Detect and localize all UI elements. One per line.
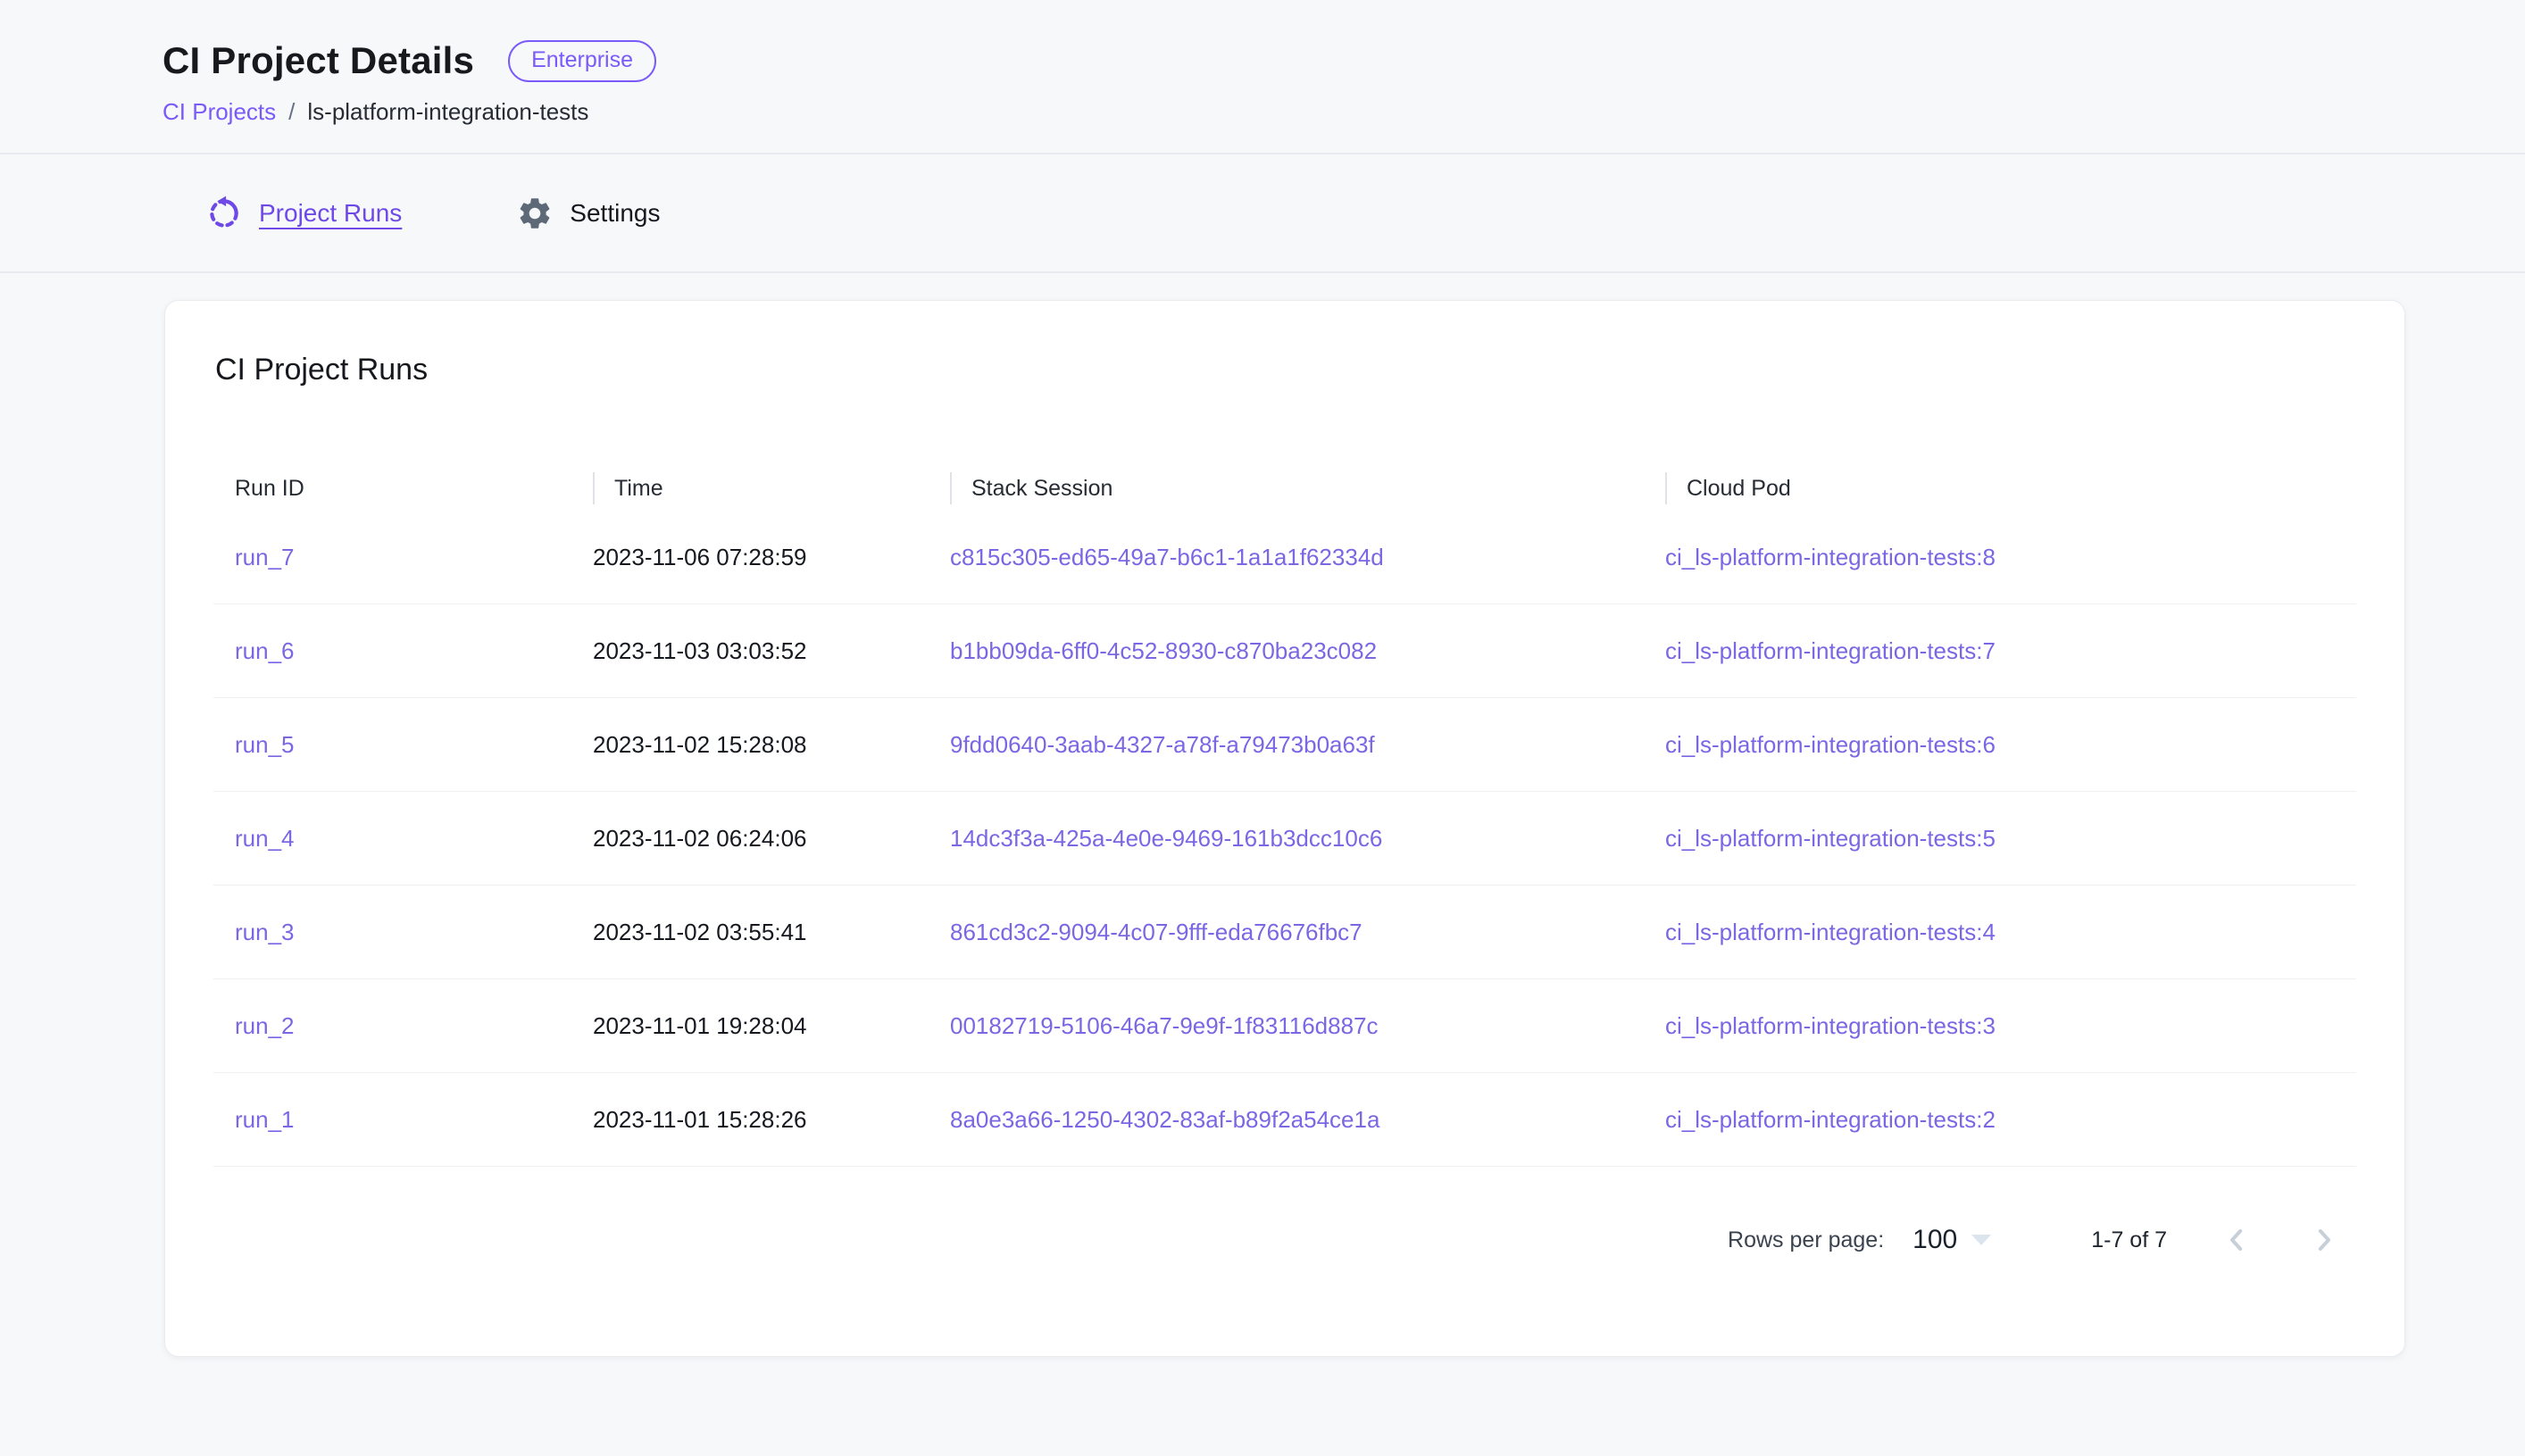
previous-page-button[interactable] <box>2219 1222 2254 1258</box>
table-body: run_7 2023-11-06 07:28:59 c815c305-ed65-… <box>213 511 2356 1167</box>
chevron-right-icon <box>2306 1222 2342 1258</box>
run-id-link[interactable]: run_1 <box>235 1106 295 1133</box>
table-row: run_3 2023-11-02 03:55:41 861cd3c2-9094-… <box>213 886 2356 979</box>
rows-per-page-label: Rows per page: <box>1728 1227 1884 1253</box>
cloud-pod-link[interactable]: ci_ls-platform-integration-tests:7 <box>1665 637 1996 664</box>
rows-per-page-value: 100 <box>1912 1225 1957 1255</box>
run-id-link[interactable]: run_4 <box>235 825 295 852</box>
run-time: 2023-11-02 06:24:06 <box>571 825 929 853</box>
run-id-link[interactable]: run_5 <box>235 731 295 758</box>
column-header-cloud-pod: Cloud Pod <box>1644 466 2356 511</box>
table-row: run_1 2023-11-01 15:28:26 8a0e3a66-1250-… <box>213 1073 2356 1167</box>
chevron-down-icon <box>1971 1235 1991 1245</box>
run-time: 2023-11-01 19:28:04 <box>571 1012 929 1040</box>
tab-project-runs-label: Project Runs <box>259 199 402 228</box>
stack-session-link[interactable]: b1bb09da-6ff0-4c52-8930-c870ba23c082 <box>950 637 1377 664</box>
run-time: 2023-11-02 15:28:08 <box>571 731 929 759</box>
cloud-pod-link[interactable]: ci_ls-platform-integration-tests:2 <box>1665 1106 1996 1133</box>
cloud-pod-link[interactable]: ci_ls-platform-integration-tests:3 <box>1665 1012 1996 1039</box>
table-row: run_4 2023-11-02 06:24:06 14dc3f3a-425a-… <box>213 792 2356 886</box>
page: CI Project Details Enterprise CI Project… <box>0 0 2525 1456</box>
run-time: 2023-11-03 03:03:52 <box>571 637 929 665</box>
chevron-left-icon <box>2219 1222 2254 1258</box>
page-range: 1-7 of 7 <box>2091 1227 2167 1253</box>
run-id-link[interactable]: run_2 <box>235 1012 295 1039</box>
stack-session-link[interactable]: 861cd3c2-9094-4c07-9fff-eda76676fbc7 <box>950 919 1362 945</box>
breadcrumb-current: ls-platform-integration-tests <box>307 98 588 126</box>
page-header: CI Project Details Enterprise CI Project… <box>0 0 2525 154</box>
tab-bar: Project Runs Settings <box>0 154 2525 273</box>
run-time: 2023-11-02 03:55:41 <box>571 919 929 946</box>
run-time: 2023-11-06 07:28:59 <box>571 544 929 571</box>
table-row: run_2 2023-11-01 19:28:04 00182719-5106-… <box>213 979 2356 1073</box>
page-title: CI Project Details <box>162 39 474 82</box>
breadcrumb: CI Projects / ls-platform-integration-te… <box>162 98 2525 126</box>
stack-session-link[interactable]: 9fdd0640-3aab-4327-a78f-a79473b0a63f <box>950 731 1375 758</box>
stack-session-link[interactable]: 14dc3f3a-425a-4e0e-9469-161b3dcc10c6 <box>950 825 1382 852</box>
run-time: 2023-11-01 15:28:26 <box>571 1106 929 1134</box>
cloud-pod-link[interactable]: ci_ls-platform-integration-tests:5 <box>1665 825 1996 852</box>
rows-per-page-select[interactable]: 100 <box>1912 1225 1991 1255</box>
stack-session-link[interactable]: 00182719-5106-46a7-9e9f-1f83116d887c <box>950 1012 1379 1039</box>
enterprise-badge: Enterprise <box>508 40 656 82</box>
run-id-link[interactable]: run_6 <box>235 637 295 664</box>
run-id-link[interactable]: run_7 <box>235 544 295 570</box>
cloud-pod-link[interactable]: ci_ls-platform-integration-tests:6 <box>1665 731 1996 758</box>
table-row: run_7 2023-11-06 07:28:59 c815c305-ed65-… <box>213 511 2356 604</box>
column-header-time: Time <box>571 466 929 511</box>
card-title: CI Project Runs <box>215 353 2356 387</box>
ci-project-runs-card: CI Project Runs Run ID Time Stack Sessio… <box>164 300 2405 1357</box>
next-page-button[interactable] <box>2306 1222 2342 1258</box>
pagination-bar: Rows per page: 100 1-7 of 7 <box>213 1222 2356 1258</box>
cloud-pod-link[interactable]: ci_ls-platform-integration-tests:4 <box>1665 919 1996 945</box>
gear-icon <box>516 195 554 232</box>
column-header-run-id: Run ID <box>213 466 571 511</box>
refresh-icon <box>205 195 243 232</box>
breadcrumb-parent-link[interactable]: CI Projects <box>162 98 276 126</box>
column-header-stack-session: Stack Session <box>929 466 1644 511</box>
tab-settings[interactable]: Settings <box>516 195 660 232</box>
run-id-link[interactable]: run_3 <box>235 919 295 945</box>
table-row: run_6 2023-11-03 03:03:52 b1bb09da-6ff0-… <box>213 604 2356 698</box>
breadcrumb-separator: / <box>288 98 295 126</box>
cloud-pod-link[interactable]: ci_ls-platform-integration-tests:8 <box>1665 544 1996 570</box>
column-separator <box>593 472 595 504</box>
column-separator <box>950 472 952 504</box>
column-separator <box>1665 472 1667 504</box>
table-row: run_5 2023-11-02 15:28:08 9fdd0640-3aab-… <box>213 698 2356 792</box>
tab-project-runs[interactable]: Project Runs <box>205 195 402 232</box>
stack-session-link[interactable]: c815c305-ed65-49a7-b6c1-1a1a1f62334d <box>950 544 1384 570</box>
stack-session-link[interactable]: 8a0e3a66-1250-4302-83af-b89f2a54ce1a <box>950 1106 1379 1133</box>
runs-table: Run ID Time Stack Session Cloud Pod run_ <box>213 466 2356 1167</box>
tab-settings-label: Settings <box>570 199 660 228</box>
table-header-row: Run ID Time Stack Session Cloud Pod <box>213 466 2356 511</box>
